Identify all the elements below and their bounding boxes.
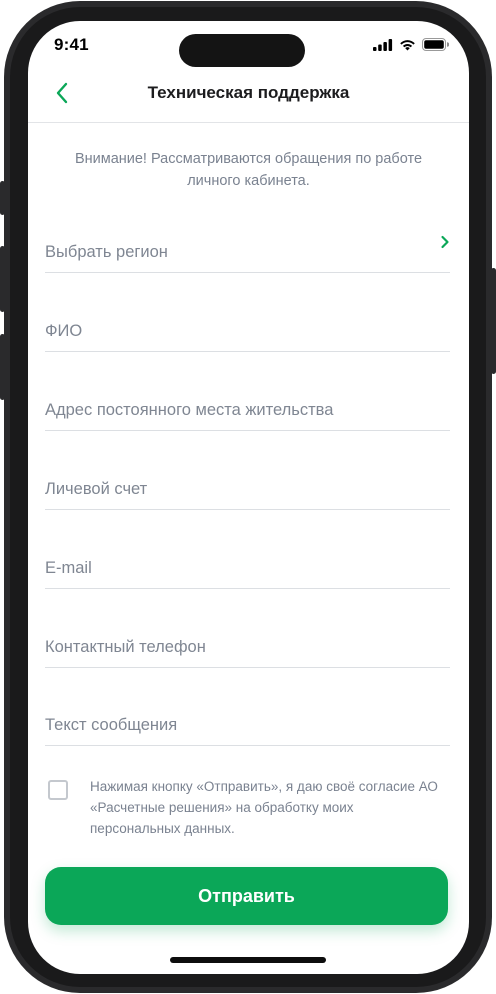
volume-down-button — [0, 334, 5, 400]
battery-icon — [422, 38, 449, 51]
consent-text: Нажимая кнопку «Отправить», я даю своё с… — [90, 779, 438, 836]
dynamic-island — [179, 34, 305, 67]
email-input[interactable] — [45, 559, 426, 578]
account-field[interactable] — [45, 458, 450, 510]
wifi-icon — [400, 39, 415, 50]
chevron-right-icon — [441, 235, 449, 249]
consent-checkbox[interactable] — [48, 780, 68, 800]
phone-field[interactable] — [45, 616, 450, 668]
page-title: Техническая поддержка — [147, 83, 350, 102]
mute-switch — [0, 181, 5, 215]
back-button[interactable] — [48, 79, 76, 107]
submit-button[interactable]: Отправить — [45, 867, 448, 925]
volume-up-button — [0, 246, 5, 312]
region-input[interactable] — [45, 243, 426, 262]
power-button — [491, 268, 496, 374]
status-icons — [373, 38, 449, 51]
cellular-signal-icon — [373, 38, 393, 51]
email-field[interactable] — [45, 537, 450, 589]
navigation-bar: Техническая поддержка — [28, 73, 469, 123]
status-bar: 9:41 — [28, 21, 469, 73]
status-time: 9:41 — [54, 35, 89, 54]
address-field[interactable] — [45, 379, 450, 431]
notice-text: Внимание! Рассматриваются обращения по р… — [74, 151, 423, 189]
address-input[interactable] — [45, 401, 426, 420]
message-input[interactable] — [45, 716, 426, 735]
chevron-left-icon — [56, 82, 68, 104]
home-indicator — [170, 957, 326, 963]
app-screen: 9:41 Техническая поддержка Внимание! Рас… — [28, 21, 469, 974]
fio-field[interactable] — [45, 300, 450, 352]
fio-input[interactable] — [45, 322, 426, 341]
region-select[interactable] — [45, 221, 450, 273]
region-chevron[interactable] — [440, 235, 450, 254]
message-field[interactable] — [45, 694, 450, 746]
account-input[interactable] — [45, 480, 426, 499]
phone-input[interactable] — [45, 638, 426, 657]
